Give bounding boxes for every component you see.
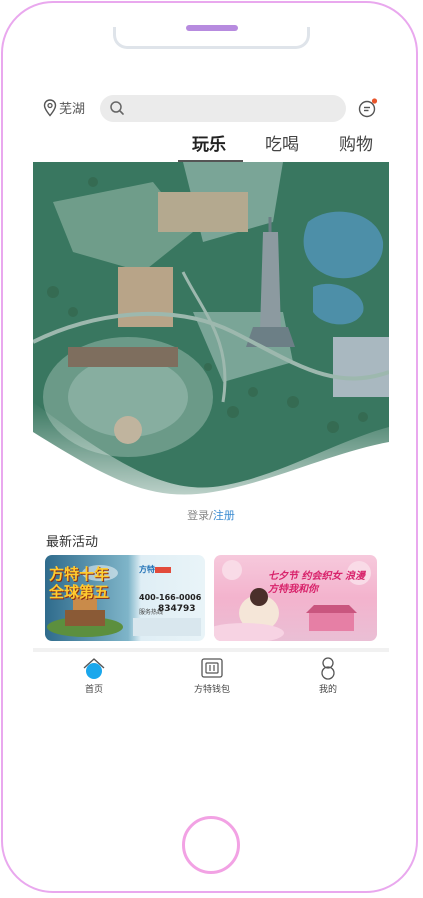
bottom-tab-bar: 首页 方特钱包 我的	[33, 652, 389, 702]
card2-headline: 七夕节 约会织女 浪漫方特我和你	[268, 571, 365, 595]
card1-headline: 方特十年 全球第五	[49, 565, 110, 601]
activity-card-qixi[interactable]: 七夕节 约会织女 浪漫方特我和你	[214, 555, 377, 641]
tab-shopping[interactable]: 购物	[339, 130, 373, 155]
register-link[interactable]: 注册	[213, 509, 235, 522]
location-label: 芜湖	[59, 102, 86, 117]
tabbar-mine-label: 我的	[318, 685, 337, 695]
app-screen: 芜湖 玩乐 吃喝 购物 登录/注册 最新活动 方特十年 全球第五 方特 400-…	[33, 90, 389, 710]
tabbar-home[interactable]: 首页	[54, 656, 134, 695]
home-icon	[83, 658, 105, 679]
location-pin-icon	[43, 98, 57, 117]
message-icon[interactable]	[357, 97, 379, 119]
location-selector[interactable]: 芜湖	[43, 98, 85, 117]
user-icon	[321, 657, 335, 680]
top-bar: 芜湖	[33, 90, 389, 126]
search-input[interactable]	[100, 95, 346, 122]
phone-home-button[interactable]	[182, 816, 240, 874]
card1-phone: 400-166-0006	[139, 593, 202, 602]
card1-brand: 方特	[139, 565, 155, 574]
card1-hotline: 834793	[158, 604, 196, 614]
tabbar-wallet-label: 方特钱包	[193, 685, 230, 695]
category-tabs: 玩乐 吃喝 购物	[33, 128, 389, 162]
phone-speaker	[186, 25, 238, 31]
activity-card-anniversary[interactable]: 方特十年 全球第五 方特 400-166-0006 服务热线 834793	[45, 555, 205, 641]
park-map-image	[33, 162, 389, 532]
tabbar-home-label: 首页	[84, 685, 103, 695]
tabbar-wallet[interactable]: 方特钱包	[172, 656, 252, 695]
login-register-link[interactable]: 登录/注册	[33, 507, 389, 523]
search-icon	[110, 101, 124, 115]
login-link[interactable]: 登录	[187, 509, 209, 522]
latest-activities-title: 最新活动	[46, 535, 99, 550]
qixi-banner-image	[214, 560, 371, 641]
tab-food[interactable]: 吃喝	[265, 130, 299, 155]
tab-play[interactable]: 玩乐	[192, 130, 226, 155]
wallet-icon	[201, 658, 223, 678]
tabbar-mine[interactable]: 我的	[288, 656, 368, 695]
park-map-banner[interactable]	[33, 162, 389, 532]
